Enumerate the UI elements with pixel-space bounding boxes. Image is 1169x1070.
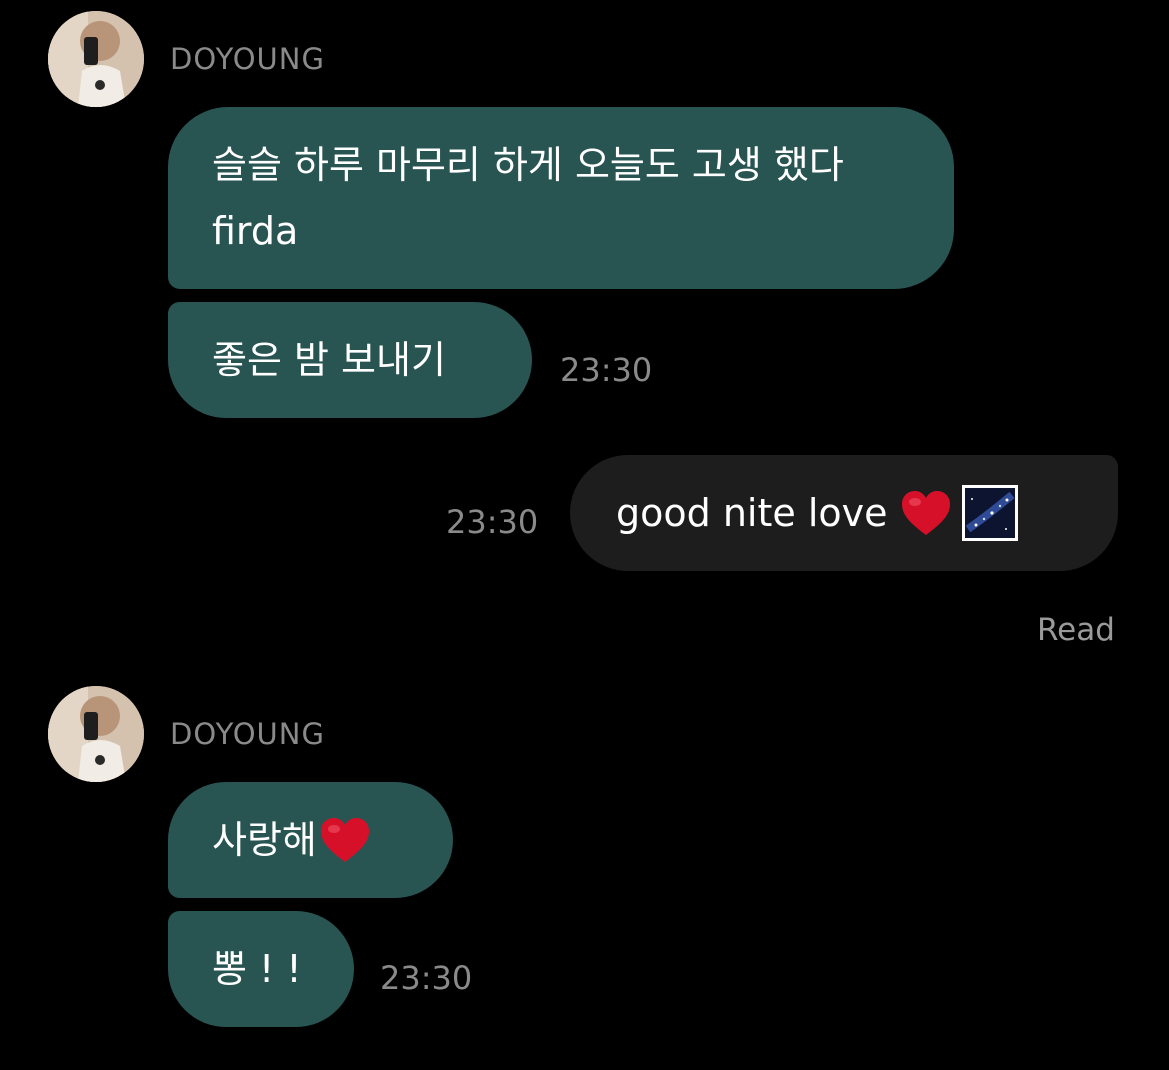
message-timestamp: 23:30 [560, 351, 653, 389]
sender-name: DOYOUNG [170, 717, 325, 751]
message-text: 뽕 ! ! [212, 947, 302, 991]
message-bubble[interactable]: 사랑해 [168, 782, 453, 898]
message-text: 사랑해 [212, 818, 317, 862]
red-heart-icon [900, 489, 952, 537]
message-bubble[interactable]: 좋은 밤 보내기 [168, 302, 532, 418]
message-timestamp: 23:30 [380, 959, 473, 997]
message-text: good nite love [616, 491, 888, 535]
message-text: 슬슬 하루 마무리 하게 오늘도 고생 했다 firda [212, 143, 844, 253]
sender-name: DOYOUNG [170, 42, 325, 76]
message-text: 좋은 밤 보내기 [212, 338, 446, 382]
milky-way-icon [961, 485, 1018, 541]
sender-avatar[interactable] [48, 11, 144, 107]
read-receipt: Read [1037, 612, 1115, 648]
message-bubble[interactable]: 슬슬 하루 마무리 하게 오늘도 고생 했다 firda [168, 107, 954, 289]
red-heart-icon [319, 816, 371, 864]
message-bubble[interactable]: 뽕 ! ! [168, 911, 354, 1027]
sender-avatar[interactable] [48, 686, 144, 782]
profile-photo [48, 686, 144, 782]
message-timestamp: 23:30 [446, 503, 539, 541]
profile-photo [48, 11, 144, 107]
message-bubble[interactable]: good nite love [570, 455, 1118, 571]
